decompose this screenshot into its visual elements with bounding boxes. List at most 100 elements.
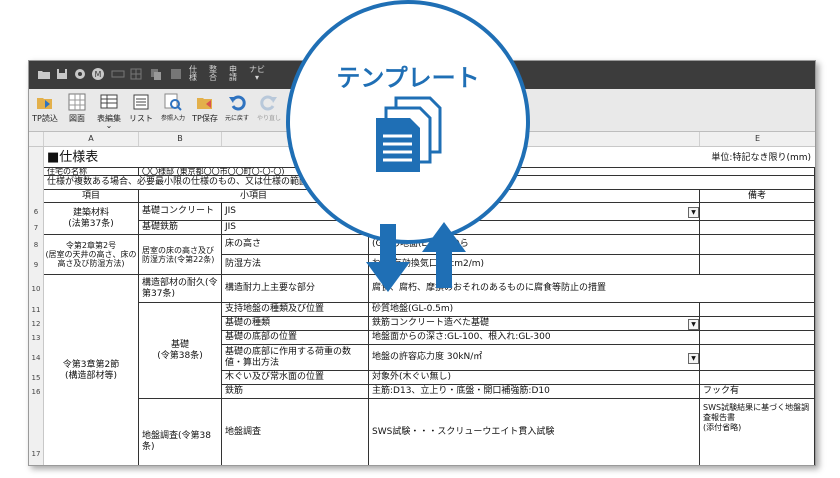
redo-button[interactable]: やり直し <box>255 90 283 126</box>
row-number[interactable]: 17 <box>29 399 44 465</box>
row-number[interactable]: 15 <box>29 371 44 385</box>
unit-note[interactable]: 単位:特記なき限り(mm) <box>669 149 815 167</box>
folder-icon[interactable] <box>37 67 51 81</box>
header-remarks[interactable]: 備考 <box>700 190 815 203</box>
arrow-down-icon <box>366 224 410 292</box>
ips-icon[interactable] <box>111 67 125 81</box>
cell-c13[interactable]: 基礎の底部の位置 <box>222 331 369 345</box>
row-number[interactable] <box>29 190 44 203</box>
cell-d11[interactable]: 砂質地盤(GL-0.5m) <box>369 303 700 317</box>
cell-d12[interactable]: 鉄筋コンクリート造べた基礎 <box>369 317 700 331</box>
grid-icon[interactable] <box>129 67 143 81</box>
tp-load-button[interactable]: TP読込 <box>31 90 59 126</box>
tp-save-label: TP保存 <box>192 114 218 123</box>
chevron-down-icon[interactable]: ▼ <box>688 319 699 330</box>
cell-e6[interactable] <box>700 203 815 221</box>
folder-open-icon <box>37 98 52 109</box>
sub-foundation-rebar[interactable]: 基礎鉄筋 <box>139 221 222 235</box>
cell-e14[interactable] <box>700 345 815 371</box>
navi-menu[interactable]: ナビ ▾ <box>249 66 265 82</box>
cell-c11[interactable]: 支持地盤の種類及び位置 <box>222 303 369 317</box>
undo-icon <box>229 95 246 111</box>
row-number[interactable]: 9 <box>29 255 44 275</box>
cell-c12[interactable]: 基礎の種類 <box>222 317 369 331</box>
save-icon[interactable] <box>55 67 69 81</box>
application-menu[interactable]: 申 請 <box>229 66 237 82</box>
header-item[interactable]: 項目 <box>44 190 139 203</box>
table-icon <box>100 94 118 109</box>
consistency-menu[interactable]: 整 合 <box>209 66 217 82</box>
undo-button[interactable]: 元に戻す <box>223 90 251 126</box>
sub-floor-height[interactable]: 居室の床の高さ及び防湿方法(令第22条) <box>139 235 222 275</box>
cell-d13[interactable]: 地盤面からの深さ:GL-100、根入れ:GL-300 <box>369 331 700 345</box>
cell-d15[interactable]: 対象外(木ぐい無し) <box>369 371 700 385</box>
copy-icon[interactable] <box>149 67 163 81</box>
documents-icon <box>376 96 442 172</box>
row-number[interactable] <box>29 147 44 167</box>
sub-durability[interactable]: 構造部材の耐久(令第37条) <box>139 275 222 303</box>
row-number[interactable]: 16 <box>29 385 44 399</box>
cell-c14[interactable]: 基礎の底部に作用する荷重の数値・算出方法 <box>222 345 369 371</box>
arrow-up-icon <box>422 222 466 288</box>
chevron-down-icon[interactable]: ▼ <box>688 207 699 218</box>
template-overlay: テンプレート <box>286 0 530 292</box>
row-number[interactable]: 12 <box>29 317 44 331</box>
cell-d14[interactable]: 地盤の許容応力度 30kN/㎡ <box>369 345 700 371</box>
table-edit-button[interactable]: 表編集 ⌄ <box>95 90 123 130</box>
cell-c16[interactable]: 鉄筋 <box>222 385 369 399</box>
row-number[interactable]: 13 <box>29 331 44 345</box>
item-ceiling-floor[interactable]: 令第2章第2号 (居室の天井の高さ、床の高さ及び防湿方法) <box>44 235 139 275</box>
row-number[interactable]: 7 <box>29 221 44 235</box>
cell-c15[interactable]: 木ぐい及び常水面の位置 <box>222 371 369 385</box>
spec-menu[interactable]: 仕 様 <box>189 66 197 82</box>
row-number[interactable] <box>29 167 44 176</box>
cell-d16[interactable]: 主筋:D13、立上り・底盤・開口補強筋:D10 <box>369 385 700 399</box>
column-b-header[interactable]: B <box>139 132 222 146</box>
corner-cell[interactable] <box>29 132 44 146</box>
spec-menu-bottom: 様 <box>189 73 197 82</box>
cell-e11[interactable] <box>700 303 815 317</box>
cell-c17[interactable]: 地盤調査 <box>222 399 369 465</box>
sub-ground-survey[interactable]: 地盤調査(令第38条) <box>139 399 222 465</box>
item-materials[interactable]: 建築材料 (法第37条) <box>44 203 139 235</box>
cell-e15[interactable] <box>700 371 815 385</box>
tp-save-button[interactable]: TP保存 <box>191 90 219 126</box>
cell-e12[interactable] <box>700 317 815 331</box>
row-number[interactable]: 11 <box>29 303 44 317</box>
cell-d17[interactable]: SWS試験・・・スクリューウエイト貫入試験 <box>369 399 700 465</box>
sub-foundation-concrete[interactable]: 基礎コンクリート <box>139 203 222 221</box>
redo-icon <box>260 95 277 111</box>
cell-e9[interactable] <box>700 255 815 275</box>
m-circle-icon[interactable]: M <box>91 67 105 81</box>
plan-icon <box>68 93 86 111</box>
column-a-header[interactable]: A <box>44 132 139 146</box>
application-menu-bottom: 請 <box>229 73 237 82</box>
ref-input-label: 参照入力 <box>160 115 185 122</box>
row-number[interactable]: 6 <box>29 203 44 221</box>
cell-c10[interactable]: 構造耐力上主要な部分 <box>222 275 369 303</box>
cell-e16[interactable]: フック有 <box>700 385 815 399</box>
item-structure[interactable]: 令第3章第2節 (構造部材等) <box>44 275 139 465</box>
row-number[interactable] <box>29 176 44 190</box>
redo-label: やり直し <box>256 115 281 122</box>
plan-button[interactable]: 図面 <box>63 90 91 126</box>
cell-d9[interactable]: ねこ 有効換気口75cm2/m) <box>369 255 700 275</box>
house-name-label[interactable]: 住宅の名称 <box>44 167 139 176</box>
list-button[interactable]: リスト <box>127 90 155 126</box>
row-number[interactable]: 14 <box>29 345 44 371</box>
paste-icon[interactable] <box>169 67 183 81</box>
row-number[interactable]: 8 <box>29 235 44 255</box>
chevron-down-icon[interactable]: ▼ <box>688 353 699 364</box>
gear-icon[interactable] <box>73 67 87 81</box>
row-number[interactable]: 10 <box>29 275 44 303</box>
cell-e8[interactable] <box>700 235 815 255</box>
ref-input-button[interactable]: 参照入力 <box>159 90 187 126</box>
cell-e13[interactable] <box>700 331 815 345</box>
column-e-header[interactable]: E <box>700 132 815 146</box>
cell-c9[interactable]: 防湿方法 <box>222 255 369 275</box>
undo-label: 元に戻す <box>224 115 249 122</box>
sub-foundation[interactable]: 基礎 (令第38条) <box>139 303 222 399</box>
cell-e17[interactable]: SWS試験結果に基づく地盤調査報告書 (添付省略) <box>700 399 815 465</box>
table-edit-caret[interactable]: ⌄ <box>91 121 127 130</box>
cell-e7[interactable] <box>700 221 815 235</box>
